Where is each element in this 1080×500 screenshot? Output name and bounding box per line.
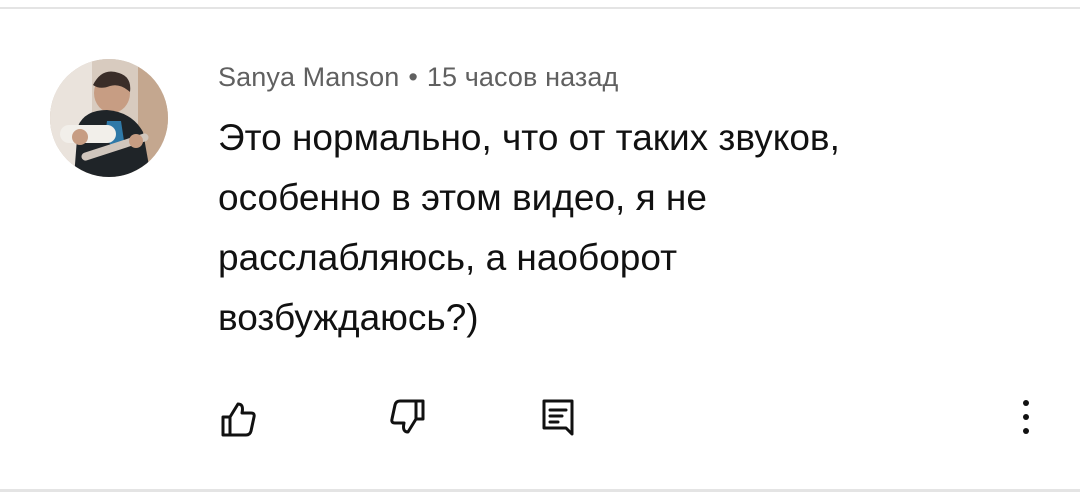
top-divider xyxy=(0,7,1080,9)
reply-button[interactable] xyxy=(536,396,580,440)
comment-menu-button[interactable] xyxy=(1006,392,1046,442)
more-vertical-icon xyxy=(1023,400,1029,434)
comment-item: Sanya Manson • 15 часов назад Это нормальн… xyxy=(0,0,1080,500)
bottom-divider xyxy=(0,489,1080,492)
author-name[interactable]: Sanya Manson xyxy=(218,62,399,92)
reply-comment-icon xyxy=(542,399,574,436)
avatar[interactable] xyxy=(50,59,168,177)
meta-separator: • xyxy=(408,62,418,92)
comment-text-line: возбуждаюсь?) xyxy=(218,297,479,338)
comment-text-line: Это нормально, что от таких звуков, xyxy=(218,117,840,158)
dislike-button[interactable] xyxy=(386,396,430,440)
like-button[interactable] xyxy=(216,396,260,440)
comment-text-line: особенно в этом видео, я не xyxy=(218,177,707,218)
thumb-down-icon xyxy=(390,399,425,434)
thumb-up-icon xyxy=(221,402,256,437)
comment-header: Sanya Manson • 15 часов назад xyxy=(218,62,618,93)
comment-time[interactable]: 15 часов назад xyxy=(427,62,618,92)
comment-text: Это нормально, что от таких звуков, особ… xyxy=(218,108,978,348)
comment-text-line: расслабляюсь, а наоборот xyxy=(218,237,678,278)
avatar-photo xyxy=(50,59,168,177)
